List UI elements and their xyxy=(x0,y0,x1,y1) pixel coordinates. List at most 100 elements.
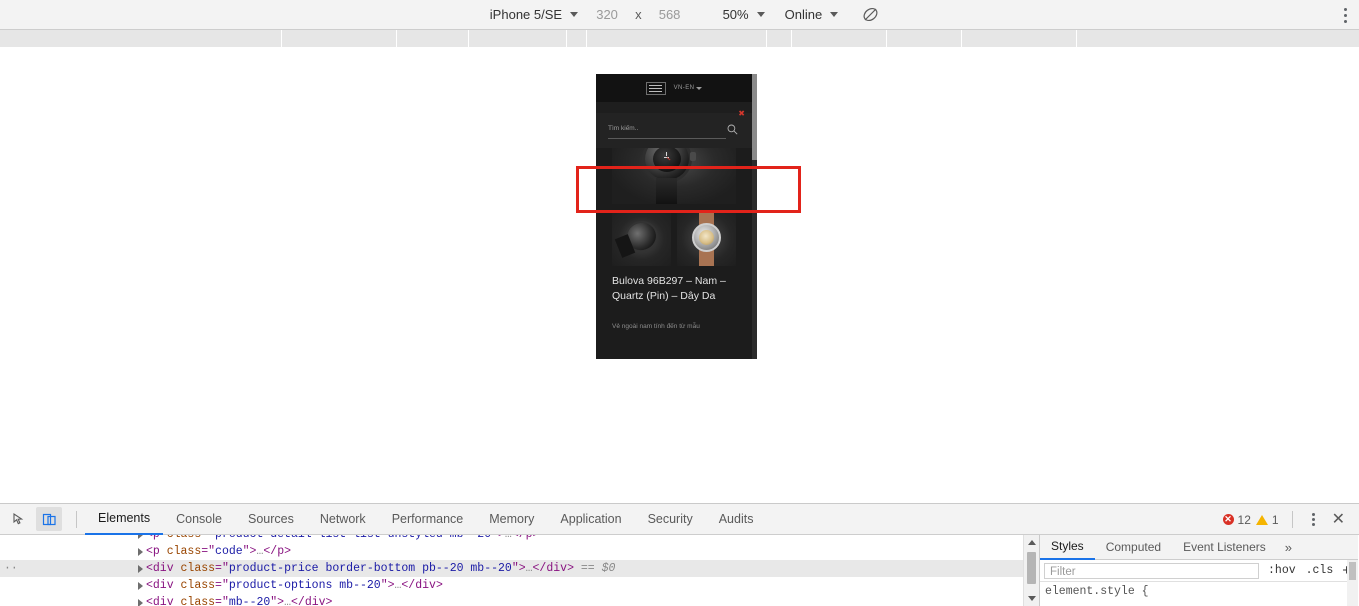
styles-pane: Styles Computed Event Listeners » Filter… xyxy=(1039,535,1358,606)
styles-filter-bar: Filter :hov .cls + xyxy=(1040,560,1358,582)
styles-tabbar: Styles Computed Event Listeners » xyxy=(1040,535,1358,560)
dom-attr-name: class xyxy=(167,535,202,541)
viewport-height-input[interactable]: 568 xyxy=(651,7,689,22)
tab-sources[interactable]: Sources xyxy=(235,504,307,535)
dom-node-row[interactable]: <p class="product-detail-list list-unsty… xyxy=(0,535,1023,543)
devtools-main-menu-button[interactable] xyxy=(1344,0,1347,30)
scroll-up-arrow-icon[interactable] xyxy=(1028,540,1036,545)
search-overlay: ✖ Tìm kiếm.. xyxy=(596,102,752,148)
more-tabs-icon[interactable]: » xyxy=(1277,540,1300,555)
watch-hand xyxy=(666,157,671,161)
device-emulation-toolbar: iPhone 5/SE 320 x 568 50% Online xyxy=(0,0,1359,30)
scrollbar-thumb[interactable] xyxy=(1349,562,1356,580)
device-selector[interactable]: iPhone 5/SE xyxy=(480,7,588,22)
dom-tag-name: div xyxy=(152,579,174,592)
inspect-element-icon[interactable] xyxy=(6,507,32,531)
tab-network[interactable]: Network xyxy=(307,504,379,535)
hov-toggle-button[interactable]: :hov xyxy=(1263,564,1301,577)
mobile-viewport-scrollbar[interactable] xyxy=(752,74,757,359)
devtools-settings-menu-button[interactable] xyxy=(1306,513,1321,526)
tab-computed[interactable]: Computed xyxy=(1095,535,1172,560)
ruler-tick xyxy=(886,30,887,48)
tab-console[interactable]: Console xyxy=(163,504,235,535)
dot xyxy=(1344,7,1347,11)
watch-hand xyxy=(666,151,668,157)
dom-tree-pane[interactable]: <p class="product-detail-list list-unsty… xyxy=(0,535,1023,606)
dot xyxy=(1344,13,1347,17)
devtools-tabbar-right: ✕ 12 1 ✕ xyxy=(1222,504,1351,535)
warning-count-badge[interactable]: 1 xyxy=(1255,512,1279,527)
search-input[interactable]: Tìm kiếm.. xyxy=(608,125,716,132)
ruler-tick xyxy=(468,30,469,48)
close-icon[interactable]: ✖ xyxy=(738,110,745,118)
dom-tree-scrollbar[interactable] xyxy=(1023,535,1039,606)
dom-attr-name: class xyxy=(180,596,216,606)
dom-tree-list: <p class="product-detail-list list-unsty… xyxy=(0,535,1023,606)
ruler-tick xyxy=(566,30,567,48)
error-count-badge[interactable]: ✕ 12 xyxy=(1222,512,1251,527)
toolbar-divider xyxy=(76,510,77,528)
product-thumbnail[interactable] xyxy=(677,210,736,266)
dom-node-row-selected[interactable]: ·· <div class="product-price border-bott… xyxy=(0,560,1023,577)
expand-triangle-icon[interactable] xyxy=(138,548,143,556)
chevron-down-icon xyxy=(756,12,765,17)
product-thumbnail[interactable] xyxy=(612,210,671,266)
dom-node-row[interactable]: <p class="code">…</p> xyxy=(0,543,1023,560)
scroll-down-arrow-icon[interactable] xyxy=(1028,596,1036,601)
ruler-tick xyxy=(586,30,587,48)
rotate-icon[interactable] xyxy=(862,6,879,23)
dom-node-row[interactable]: <div class="mb--20">…</div> xyxy=(0,594,1023,606)
dom-tag-name: div xyxy=(152,596,174,606)
product-description: Vẻ ngoài nam tính đến từ mẫu xyxy=(612,323,700,330)
ruler-tick xyxy=(791,30,792,48)
dot xyxy=(1311,513,1315,516)
dom-attr-name: class xyxy=(180,579,216,592)
styles-scrollbar[interactable] xyxy=(1347,560,1358,606)
error-count-label: 12 xyxy=(1237,512,1251,527)
viewport-width-input[interactable]: 320 xyxy=(588,7,626,22)
dom-selected-ref: == $0 xyxy=(580,562,616,575)
warning-triangle-icon xyxy=(1255,514,1268,525)
tab-event-listeners[interactable]: Event Listeners xyxy=(1172,535,1277,560)
style-rule[interactable]: element.style { xyxy=(1040,582,1358,598)
tab-application[interactable]: Application xyxy=(547,504,634,535)
language-selector[interactable]: VN-EN xyxy=(674,85,703,91)
expand-triangle-icon[interactable] xyxy=(138,565,143,573)
network-selector-label: Online xyxy=(784,7,823,22)
expand-triangle-icon[interactable] xyxy=(138,535,143,539)
devtools-panel: Elements Console Sources Network Perform… xyxy=(0,503,1359,606)
tab-performance[interactable]: Performance xyxy=(379,504,477,535)
network-throttling-selector[interactable]: Online xyxy=(775,7,849,22)
tab-security[interactable]: Security xyxy=(635,504,706,535)
dom-tag-name: p xyxy=(153,535,160,541)
styles-filter-input[interactable]: Filter xyxy=(1044,562,1260,579)
devtools-content: <p class="product-detail-list list-unsty… xyxy=(0,535,1359,606)
dom-node-row[interactable]: <div class="product-options mb--20">…</d… xyxy=(0,577,1023,594)
tab-styles[interactable]: Styles xyxy=(1040,535,1095,560)
tab-audits[interactable]: Audits xyxy=(706,504,767,535)
cls-toggle-button[interactable]: .cls xyxy=(1301,564,1339,577)
expand-triangle-icon[interactable] xyxy=(138,599,143,606)
language-selector-label: VN-EN xyxy=(673,85,695,91)
dom-gutter-marker: ·· xyxy=(4,562,18,575)
tab-memory[interactable]: Memory xyxy=(476,504,547,535)
search-icon[interactable] xyxy=(727,122,738,140)
chevron-down-icon xyxy=(696,86,703,90)
scrollbar-thumb[interactable] xyxy=(752,74,757,160)
devtools-tool-icons xyxy=(0,507,68,531)
annotation-rectangle xyxy=(576,166,801,213)
zoom-selector[interactable]: 50% xyxy=(713,7,775,22)
scrollbar-thumb[interactable] xyxy=(1027,552,1036,584)
device-toolbar-icon[interactable] xyxy=(36,507,62,531)
close-devtools-button[interactable]: ✕ xyxy=(1326,511,1351,528)
mobile-viewport[interactable]: VN-EN Bulova 96B297 – Nam – Quartz (Pin)… xyxy=(596,74,757,359)
tab-elements[interactable]: Elements xyxy=(85,504,164,535)
hamburger-menu-icon[interactable] xyxy=(645,81,666,95)
warning-count-label: 1 xyxy=(1271,512,1279,527)
error-circle-icon: ✕ xyxy=(1222,514,1234,525)
zoom-selector-label: 50% xyxy=(722,7,749,22)
dom-attr-value: product-price border-bottom pb--20 mb--2… xyxy=(228,562,512,575)
ruler-tick xyxy=(281,30,282,48)
expand-triangle-icon[interactable] xyxy=(138,582,143,590)
ruler-tick xyxy=(961,30,962,48)
